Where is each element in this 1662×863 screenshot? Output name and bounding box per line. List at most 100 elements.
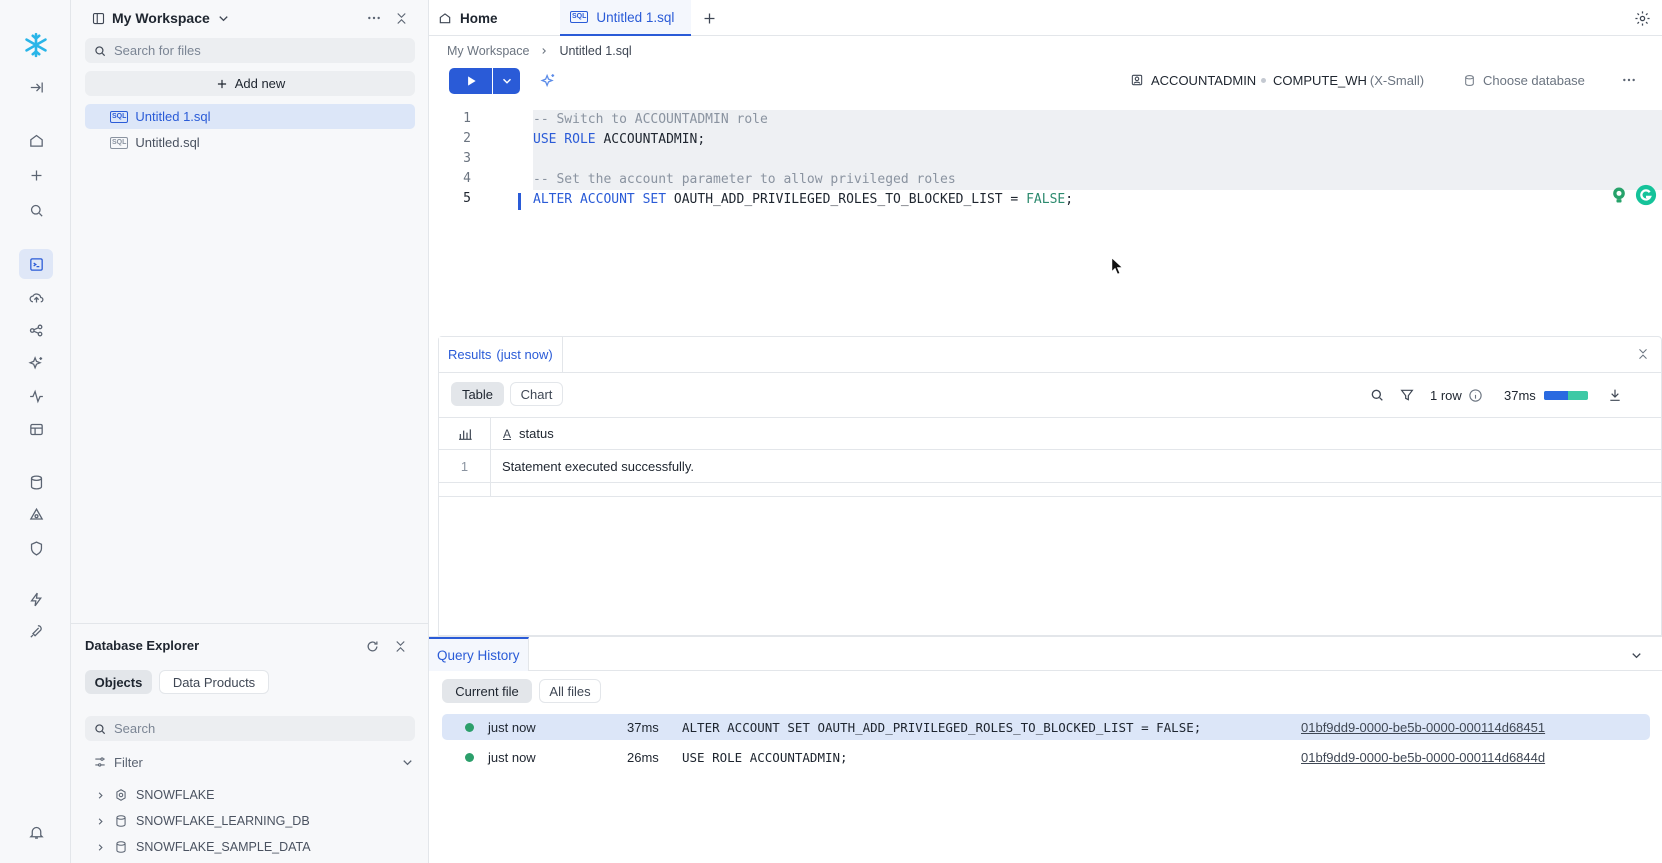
add-new-button[interactable]: Add new — [85, 71, 415, 96]
marketplace-icon[interactable] — [19, 414, 53, 444]
plus-icon[interactable] — [19, 160, 53, 190]
more-options-icon[interactable] — [364, 10, 384, 26]
activity-icon[interactable] — [19, 381, 53, 411]
query-history-row[interactable]: just now 37ms ALTER ACCOUNT SET OAUTH_AD… — [442, 714, 1650, 740]
keyword: ALTER ACCOUNT SET — [533, 192, 667, 207]
database-icon[interactable] — [19, 467, 53, 497]
role-selector[interactable]: ACCOUNTADMIN — [1130, 70, 1256, 90]
info-icon[interactable] — [1468, 388, 1483, 403]
collapse-explorer-icon[interactable] — [391, 637, 409, 655]
more-options-icon[interactable] — [1619, 72, 1639, 88]
workspace-title: My Workspace — [112, 10, 210, 26]
tab-home[interactable]: Home — [438, 0, 558, 36]
explorer-search-input[interactable]: Search — [85, 716, 415, 741]
row-count-label: 1 row — [1430, 387, 1462, 403]
identifier: OAUTH_ADD_PRIVILEGED_ROLES_TO_BLOCKED_LI… — [673, 192, 1027, 207]
column-header-status[interactable]: A status — [503, 418, 554, 449]
tree-item-snowflake-sample-data[interactable]: SNOWFLAKE_SAMPLE_DATA — [95, 837, 311, 857]
file-item-untitled-1[interactable]: SQL Untitled 1.sql — [85, 104, 415, 129]
tab-bar: Home SQL Untitled 1.sql — [429, 0, 1662, 36]
run-button[interactable] — [449, 68, 492, 94]
admin-tools-icon[interactable] — [19, 616, 53, 646]
tree-item-snowflake-learning-db[interactable]: SNOWFLAKE_LEARNING_DB — [95, 811, 310, 831]
chevron-down-icon — [502, 78, 511, 84]
view-table-button[interactable]: Table — [451, 382, 504, 406]
run-options-button[interactable] — [493, 68, 520, 94]
file-label: Untitled.sql — [135, 135, 200, 150]
settings-gear-icon[interactable] — [1632, 8, 1652, 28]
shield-icon[interactable] — [19, 533, 53, 563]
play-icon — [467, 76, 476, 86]
code-line-1[interactable]: -- Switch to ACCOUNTADMIN role — [533, 110, 768, 130]
search-icon — [95, 723, 106, 734]
query-sql: ALTER ACCOUNT SET OAUTH_ADD_PRIVILEGED_R… — [682, 719, 1202, 735]
column-stats-icon[interactable] — [439, 418, 491, 449]
tree-item-snowflake[interactable]: SNOWFLAKE — [95, 785, 215, 805]
catalog-icon[interactable] — [19, 500, 53, 530]
file-item-untitled[interactable]: SQL Untitled.sql — [85, 130, 415, 155]
collapse-panel-icon[interactable] — [391, 9, 411, 27]
file-search-placeholder: Search for files — [114, 43, 201, 58]
editor-extensions[interactable] — [1605, 182, 1661, 208]
filter-toggle[interactable]: Filter — [93, 752, 415, 772]
collapse-results-icon[interactable] — [1634, 345, 1652, 363]
breadcrumb-parent[interactable]: My Workspace — [447, 44, 529, 58]
query-history-tab[interactable]: Query History — [429, 637, 529, 671]
main-area: Home SQL Untitled 1.sql My Workspace Unt… — [429, 0, 1662, 863]
upload-cloud-icon[interactable] — [19, 282, 53, 312]
cell-status[interactable]: Statement executed successfully. — [502, 450, 694, 482]
warehouse-label: COMPUTE_WH — [1273, 72, 1367, 88]
data-pipeline-icon[interactable] — [19, 315, 53, 345]
add-new-label: Add new — [234, 76, 286, 91]
line-number: 5 — [463, 191, 471, 206]
file-search-input[interactable]: Search for files — [85, 38, 415, 63]
new-tab-plus-icon[interactable] — [700, 9, 718, 27]
collapse-sidebar-icon[interactable] — [19, 72, 53, 102]
snowflake-logo-icon[interactable] — [19, 28, 53, 62]
warehouse-selector[interactable]: COMPUTE_WH (X-Small) — [1261, 70, 1424, 90]
filter-all-files[interactable]: All files — [539, 679, 601, 703]
tab-objects[interactable]: Objects — [85, 670, 152, 694]
gear-db-icon — [116, 789, 126, 801]
tab-untitled-1-sql[interactable]: SQL Untitled 1.sql — [560, 0, 691, 36]
query-duration: 37ms — [627, 719, 659, 735]
worksheet-icon[interactable] — [19, 249, 53, 279]
filter-current-file[interactable]: Current file — [442, 679, 532, 703]
query-id-link[interactable]: 01bf9dd9-0000-be5b-0000-000114d6844d — [1301, 750, 1545, 765]
code-line-5[interactable]: ALTER ACCOUNT SET OAUTH_ADD_PRIVILEGED_R… — [533, 190, 1073, 210]
refresh-icon[interactable] — [363, 637, 381, 655]
search-icon[interactable] — [19, 195, 53, 225]
results-tab[interactable]: Results (just now) — [439, 337, 563, 372]
lightning-icon[interactable] — [19, 584, 53, 614]
search-results-icon[interactable] — [1368, 386, 1386, 404]
filter-results-icon[interactable] — [1398, 386, 1416, 404]
bell-icon[interactable] — [19, 817, 53, 847]
database-selector[interactable]: Choose database — [1463, 70, 1585, 90]
column-header-label: status — [519, 426, 554, 441]
panel-icon — [92, 12, 105, 24]
keyword: USE ROLE — [533, 132, 596, 147]
code-line-4[interactable]: -- Set the account parameter to allow pr… — [533, 170, 956, 190]
chevron-right-icon — [542, 48, 547, 54]
chevron-down-icon[interactable] — [1627, 646, 1645, 664]
duration-label: 37ms — [1504, 387, 1536, 403]
line-number: 3 — [463, 151, 471, 166]
results-tab-label: Results — [448, 347, 492, 362]
database-icon — [116, 841, 126, 853]
query-sql: USE ROLE ACCOUNTADMIN; — [682, 749, 848, 765]
query-id-link[interactable]: 01bf9dd9-0000-be5b-0000-000114d68451 — [1301, 720, 1545, 735]
breadcrumb-current: Untitled 1.sql — [559, 44, 632, 58]
ai-sparkle-icon[interactable] — [19, 348, 53, 378]
lightbulb-icon — [1613, 187, 1625, 203]
table-row[interactable]: 1 Statement executed successfully. — [439, 450, 1661, 483]
ai-assist-icon[interactable] — [538, 70, 558, 90]
tab-data-products[interactable]: Data Products — [159, 670, 269, 694]
download-icon[interactable] — [1606, 386, 1624, 404]
workspace-selector[interactable]: My Workspace — [91, 8, 231, 28]
code-line-2[interactable]: USE ROLE ACCOUNTADMIN; — [533, 130, 705, 150]
home-icon[interactable] — [19, 125, 53, 155]
current-line-marker — [518, 193, 521, 210]
query-history-row[interactable]: just now 26ms USE ROLE ACCOUNTADMIN; 01b… — [442, 744, 1650, 770]
duration-bar[interactable] — [1543, 390, 1588, 400]
view-chart-button[interactable]: Chart — [510, 382, 563, 406]
